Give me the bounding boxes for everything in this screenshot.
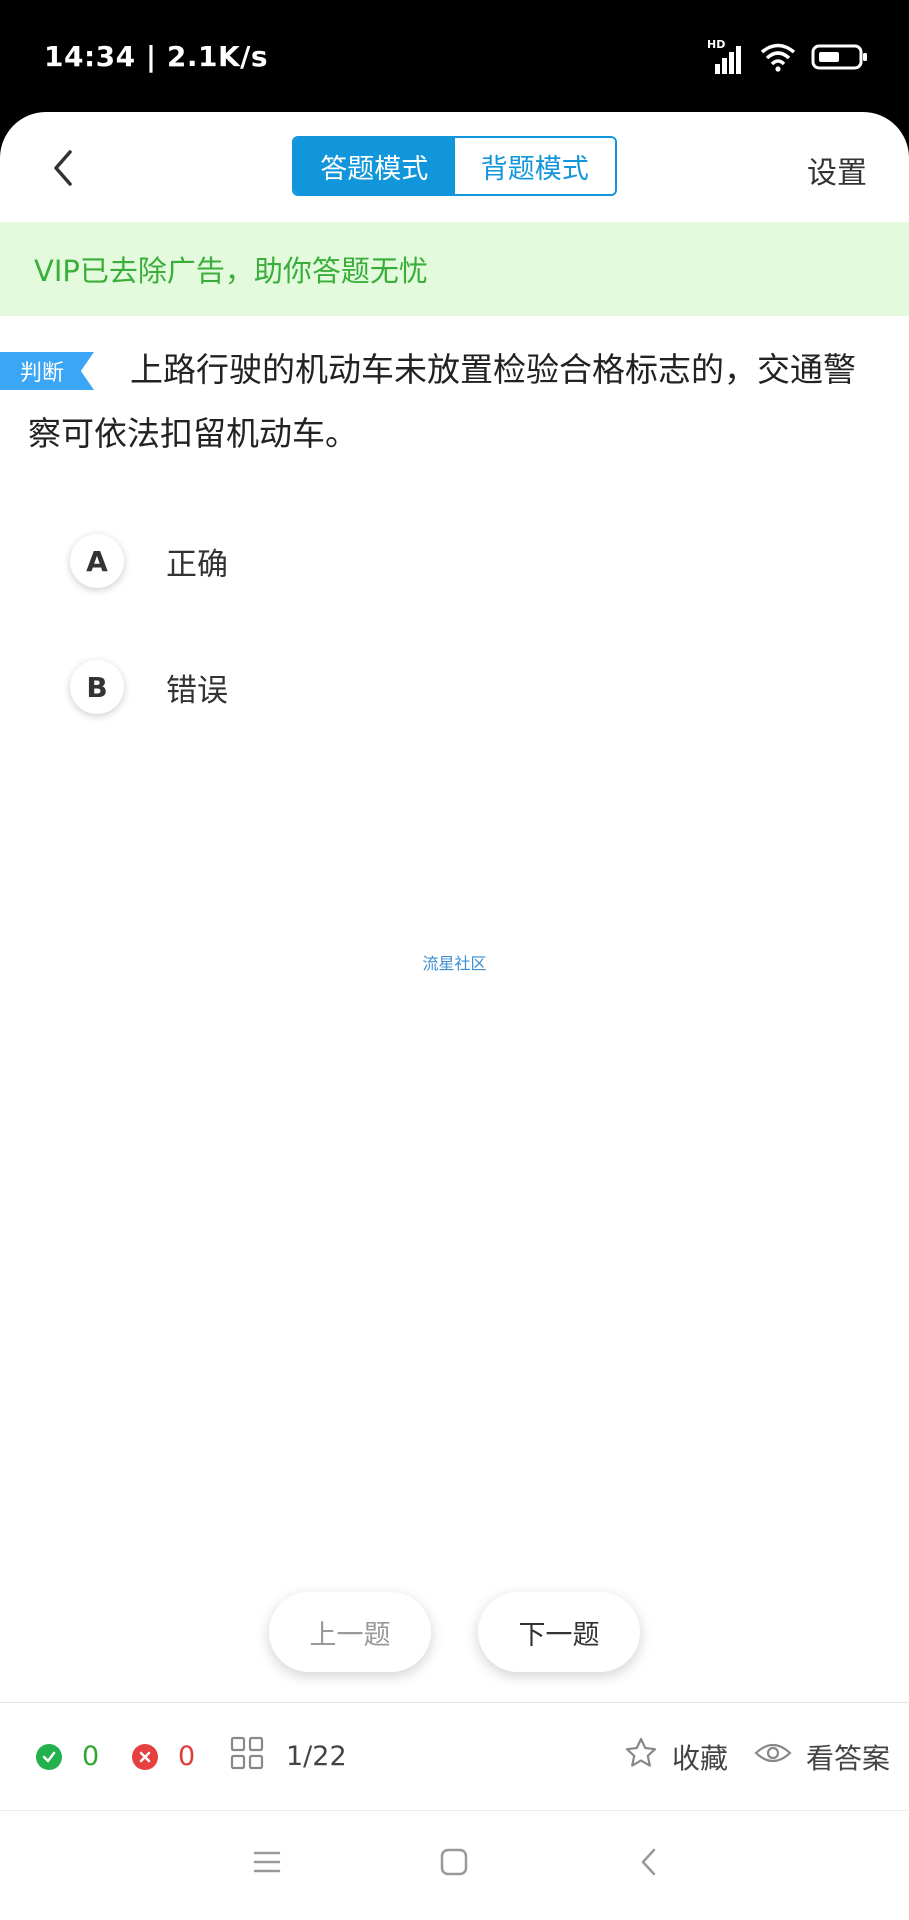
watermark: 流星社区 bbox=[422, 954, 487, 973]
correct-count: 0 bbox=[82, 1741, 100, 1772]
option-letter: B bbox=[70, 660, 124, 714]
status-time: 14:34 | 2.1K/s bbox=[44, 40, 269, 73]
system-navigation-bar bbox=[0, 1810, 909, 1920]
wrong-count: 0 bbox=[178, 1741, 196, 1772]
top-header: 答题模式 背题模式 设置 bbox=[0, 112, 909, 222]
back-button[interactable] bbox=[44, 148, 84, 188]
option-label: 错误 bbox=[166, 672, 228, 709]
settings-button[interactable]: 设置 bbox=[807, 148, 867, 192]
signal-icon: HD bbox=[707, 38, 745, 74]
mode-toggle: 答题模式 背题模式 bbox=[292, 136, 617, 196]
app-screen: 答题模式 背题模式 设置 VIP已去除广告，助你答题无忧 判断 上路行驶的机动车… bbox=[0, 112, 909, 1920]
progress-text: 1/22 bbox=[286, 1741, 347, 1772]
back-nav-icon[interactable] bbox=[634, 1847, 664, 1881]
favorite-label: 收藏 bbox=[672, 1741, 729, 1775]
grid-icon bbox=[230, 1736, 264, 1777]
battery-icon bbox=[811, 43, 869, 75]
menu-icon[interactable] bbox=[252, 1847, 282, 1881]
correct-counter: 0 bbox=[36, 1741, 99, 1772]
question-progress[interactable]: 1/22 bbox=[230, 1736, 347, 1777]
favorite-button[interactable]: 收藏 bbox=[624, 1736, 728, 1777]
bottom-toolbar: 0 0 1/22 收藏 看答案 bbox=[0, 1702, 909, 1810]
cross-icon bbox=[132, 1743, 158, 1770]
option-label: 正确 bbox=[166, 546, 228, 583]
wrong-counter: 0 bbox=[132, 1741, 195, 1772]
option-a[interactable]: A 正确 bbox=[70, 534, 228, 588]
view-answer-button[interactable]: 看答案 bbox=[754, 1737, 890, 1777]
eye-icon bbox=[754, 1738, 792, 1775]
question-block: 判断 上路行驶的机动车未放置检验合格标志的，交通警察可依法扣留机动车。 bbox=[0, 350, 909, 466]
home-icon[interactable] bbox=[439, 1847, 469, 1881]
wifi-icon bbox=[759, 42, 797, 76]
vip-banner-text: VIP已去除广告，助你答题无忧 bbox=[34, 254, 428, 288]
option-b[interactable]: B 错误 bbox=[70, 660, 228, 714]
tab-memorize-mode[interactable]: 背题模式 bbox=[454, 138, 615, 194]
next-question-button[interactable]: 下一题 bbox=[478, 1592, 640, 1672]
check-icon bbox=[36, 1743, 62, 1770]
vip-banner: VIP已去除广告，助你答题无忧 bbox=[0, 222, 909, 316]
question-type-badge: 判断 bbox=[0, 352, 94, 390]
option-letter: A bbox=[70, 534, 124, 588]
status-bar: 14:34 | 2.1K/s HD bbox=[0, 0, 909, 112]
question-text: 上路行驶的机动车未放置检验合格标志的，交通警察可依法扣留机动车。 bbox=[28, 350, 856, 453]
tab-answer-mode[interactable]: 答题模式 bbox=[294, 138, 455, 194]
star-icon bbox=[624, 1736, 658, 1777]
prev-question-button[interactable]: 上一题 bbox=[269, 1592, 431, 1672]
chevron-left-icon bbox=[54, 150, 72, 186]
status-icons: HD bbox=[707, 38, 869, 76]
view-answer-label: 看答案 bbox=[806, 1741, 891, 1775]
